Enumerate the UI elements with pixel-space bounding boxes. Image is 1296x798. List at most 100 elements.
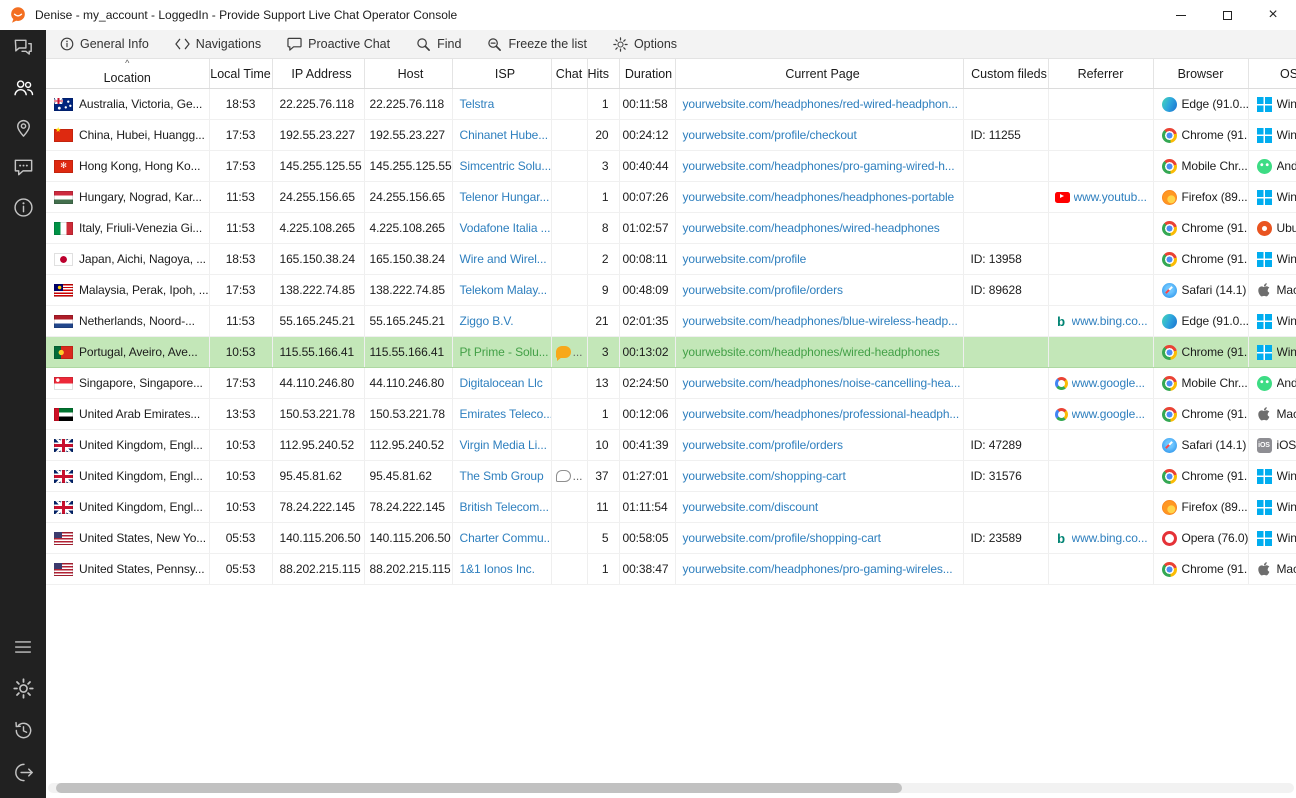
chat-ellipsis: ... [573, 469, 583, 483]
sidebar-messages-button[interactable] [0, 150, 46, 190]
sidebar-menu-button[interactable] [0, 628, 46, 670]
browser-name: Chrome (91... [1182, 221, 1248, 235]
column-header-isp[interactable]: ISP [452, 59, 551, 89]
referrer-link[interactable]: www.bing.co... [1072, 531, 1148, 545]
find-button[interactable]: Find [416, 37, 461, 52]
sidebar-visitors-button[interactable] [0, 70, 46, 110]
current-page-link[interactable]: yourwebsite.com/headphones/pro-gaming-wi… [683, 159, 955, 173]
visitor-row[interactable]: Netherlands, Noord-...11:5355.165.245.21… [46, 306, 1296, 337]
column-header-os[interactable]: OS [1248, 59, 1296, 89]
column-header-location[interactable]: ^ Location [46, 59, 209, 89]
visitor-row[interactable]: Japan, Aichi, Nagoya, ...18:53165.150.38… [46, 244, 1296, 275]
close-button[interactable]: × [1250, 0, 1296, 30]
column-header-hits[interactable]: Hits [587, 59, 619, 89]
minimize-button[interactable] [1158, 0, 1204, 30]
current-page-link[interactable]: yourwebsite.com/profile/orders [683, 283, 843, 297]
current-page-link[interactable]: yourwebsite.com/headphones/wired-headpho… [683, 221, 940, 235]
isp-link[interactable]: The Smb Group [460, 469, 544, 483]
toolbar: General Info Navigations Proactive Chat … [46, 30, 1296, 59]
current-page-link[interactable]: yourwebsite.com/shopping-cart [683, 469, 846, 483]
isp-link[interactable]: Virgin Media Li... [460, 438, 547, 452]
isp-link[interactable]: Digitalocean Llc [460, 376, 543, 390]
current-page-link[interactable]: yourwebsite.com/headphones/blue-wireless… [683, 314, 958, 328]
visitor-row[interactable]: United Kingdom, Engl...10:5395.45.81.629… [46, 461, 1296, 492]
flag-gb-icon [54, 470, 73, 483]
referrer-content [1049, 275, 1153, 305]
general-info-button[interactable]: General Info [60, 37, 149, 51]
maximize-button[interactable] [1204, 0, 1250, 30]
column-header-current-page[interactable]: Current Page [675, 59, 963, 89]
column-header-referrer[interactable]: Referrer [1048, 59, 1153, 89]
column-header-custom-fields[interactable]: Custom fileds [963, 59, 1048, 89]
sidebar-info-button[interactable] [0, 190, 46, 230]
isp-link[interactable]: British Telecom... [460, 500, 549, 514]
visitor-table-area: ^ Location Local Time IP Address Host IS… [46, 59, 1296, 798]
isp-link[interactable]: Simcentric Solu... [460, 159, 552, 173]
referrer-link[interactable]: www.youtub... [1074, 190, 1147, 204]
referrer-link[interactable]: www.google... [1072, 376, 1145, 390]
sidebar-history-button[interactable] [0, 712, 46, 754]
sidebar-location-button[interactable] [0, 110, 46, 150]
visitor-row[interactable]: United Arab Emirates...13:53150.53.221.7… [46, 399, 1296, 430]
visitor-row[interactable]: Singapore, Singapore...17:5344.110.246.8… [46, 368, 1296, 399]
referrer-link[interactable]: www.bing.co... [1072, 314, 1148, 328]
current-page-link[interactable]: yourwebsite.com/profile/orders [683, 438, 843, 452]
sidebar-logout-button[interactable] [0, 754, 46, 796]
isp-link[interactable]: Charter Commu... [460, 531, 552, 545]
isp-link[interactable]: Telekom Malay... [460, 283, 548, 297]
column-header-local-time[interactable]: Local Time [209, 59, 272, 89]
duration-cell: 00:38:47 [619, 554, 675, 585]
visitor-row[interactable]: China, Hubei, Huangg...17:53192.55.23.22… [46, 120, 1296, 151]
proactive-chat-button[interactable]: Proactive Chat [287, 37, 390, 51]
isp-link[interactable]: Wire and Wirel... [460, 252, 547, 266]
visitor-row[interactable]: United States, Pennsy...05:5388.202.215.… [46, 554, 1296, 585]
isp-link[interactable]: Emirates Teleco... [460, 407, 552, 421]
sidebar-chats-button[interactable] [0, 30, 46, 70]
isp-link[interactable]: Telstra [460, 97, 495, 111]
referrer-link[interactable]: www.google... [1072, 407, 1145, 421]
isp-link[interactable]: Pt Prime - Solu... [460, 345, 549, 359]
browser-cell: Firefox (89... [1153, 182, 1248, 213]
visitor-row[interactable]: Hong Kong, Hong Ko...17:53145.255.125.55… [46, 151, 1296, 182]
sidebar-settings-button[interactable] [0, 670, 46, 712]
flag-hu-icon [54, 191, 73, 204]
current-page-link[interactable]: yourwebsite.com/profile/checkout [683, 128, 857, 142]
current-page-link[interactable]: yourwebsite.com/profile/shopping-cart [683, 531, 881, 545]
column-header-chat[interactable]: Chat [551, 59, 587, 89]
visitor-row[interactable]: United Kingdom, Engl...10:53112.95.240.5… [46, 430, 1296, 461]
isp-link[interactable]: Chinanet Hube... [460, 128, 548, 142]
navigations-button[interactable]: Navigations [175, 37, 261, 51]
visitor-row[interactable]: Australia, Victoria, Ge...18:5322.225.76… [46, 89, 1296, 120]
current-page-link[interactable]: yourwebsite.com/profile [683, 252, 807, 266]
current-page-link[interactable]: yourwebsite.com/headphones/wired-headpho… [683, 345, 940, 359]
visitor-row[interactable]: Portugal, Aveiro, Ave...10:53115.55.166.… [46, 337, 1296, 368]
column-header-ip-address[interactable]: IP Address [272, 59, 364, 89]
browser-cell: Chrome (91... [1153, 337, 1248, 368]
horizontal-scrollbar[interactable] [48, 783, 1294, 793]
isp-link[interactable]: 1&1 Ionos Inc. [460, 562, 535, 576]
current-page-link[interactable]: yourwebsite.com/headphones/red-wired-hea… [683, 97, 958, 111]
visitor-row[interactable]: United States, New Yo...05:53140.115.206… [46, 523, 1296, 554]
visitor-row[interactable]: Malaysia, Perak, Ipoh, ...17:53138.222.7… [46, 275, 1296, 306]
isp-link[interactable]: Telenor Hungar... [460, 190, 550, 204]
scrollbar-thumb[interactable] [56, 783, 902, 793]
isp-link[interactable]: Vodafone Italia ... [460, 221, 551, 235]
current-page-link[interactable]: yourwebsite.com/headphones/pro-gaming-wi… [683, 562, 953, 576]
visitor-row[interactable]: Hungary, Nograd, Kar...11:5324.255.156.6… [46, 182, 1296, 213]
column-header-browser[interactable]: Browser [1153, 59, 1248, 89]
isp-link[interactable]: Ziggo B.V. [460, 314, 514, 328]
visitor-row[interactable]: United Kingdom, Engl...10:5378.24.222.14… [46, 492, 1296, 523]
current-page-link[interactable]: yourwebsite.com/headphones/noise-cancell… [683, 376, 961, 390]
column-header-duration[interactable]: Duration [619, 59, 675, 89]
chat-content [552, 213, 587, 243]
column-header-label: Chat [556, 67, 582, 81]
options-button[interactable]: Options [613, 37, 677, 52]
current-page-link[interactable]: yourwebsite.com/headphones/professional-… [683, 407, 960, 421]
column-header-host[interactable]: Host [364, 59, 452, 89]
current-page-link[interactable]: yourwebsite.com/discount [683, 500, 819, 514]
isp-cell: Pt Prime - Solu... [452, 337, 551, 368]
visitor-row[interactable]: Italy, Friuli-Venezia Gi...11:534.225.10… [46, 213, 1296, 244]
current-page-link[interactable]: yourwebsite.com/headphones/headphones-po… [683, 190, 955, 204]
freeze-list-button[interactable]: Freeze the list [487, 37, 587, 52]
location-content: Netherlands, Noord-... [46, 306, 209, 336]
